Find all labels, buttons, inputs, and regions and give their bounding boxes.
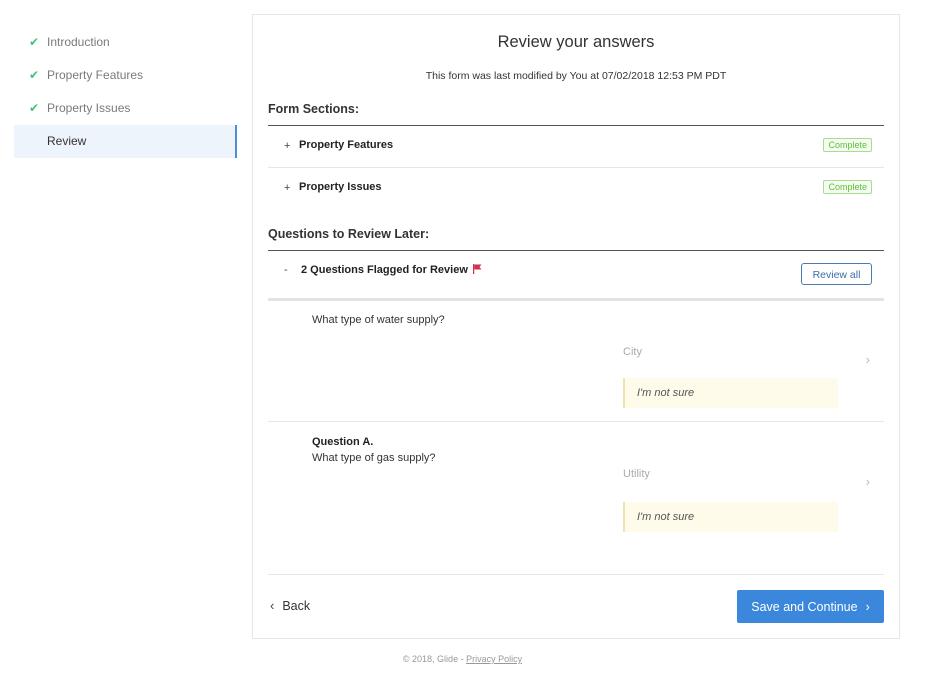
back-button[interactable]: ‹ Back [270, 598, 310, 613]
section-label: Property Issues [299, 181, 382, 193]
save-label: Save and Continue [751, 599, 858, 614]
sidebar-item-introduction[interactable]: ✔ Introduction [14, 26, 237, 59]
flag-icon [472, 264, 482, 274]
review-later-heading: Questions to Review Later: [268, 227, 430, 241]
section-row-property-issues[interactable]: + Property Issues Complete [268, 168, 884, 210]
flagged-count-text: 2 Questions Flagged for Review [301, 264, 468, 276]
chevron-right-icon[interactable]: › [866, 352, 870, 367]
copyright-text: © 2018, Glide - [402, 654, 467, 664]
sidebar-item-label: Review [47, 134, 87, 148]
sidebar-item-review[interactable]: Review [14, 125, 237, 158]
section-label: Property Features [299, 139, 394, 151]
check-icon: ✔ [29, 101, 40, 115]
divider [268, 574, 884, 575]
chevron-right-icon[interactable]: › [866, 474, 870, 489]
sidebar: ✔ Introduction ✔ Property Features ✔ Pro… [14, 26, 237, 158]
review-all-button[interactable]: Review all [801, 263, 872, 285]
chevron-left-icon: ‹ [270, 598, 275, 613]
page-title: Review your answers [497, 33, 655, 51]
page-footer: © 2018, Glide - Privacy Policy [0, 654, 925, 664]
section-row-property-features[interactable]: + Property Features Complete [268, 126, 884, 168]
chevron-right-icon: › [865, 599, 870, 614]
flagged-label: 2 Questions Flagged for Review [301, 264, 482, 276]
sidebar-item-label: Property Issues [47, 101, 131, 115]
expand-icon[interactable]: + [284, 182, 290, 194]
flagged-questions-row[interactable]: - 2 Questions Flagged for Review Review … [268, 251, 884, 299]
flag-note: I'm not sure [623, 502, 838, 532]
question-text: What type of gas supply? [312, 452, 436, 464]
privacy-policy-link[interactable]: Privacy Policy [466, 654, 522, 664]
check-icon: ✔ [29, 68, 40, 82]
sidebar-item-property-features[interactable]: ✔ Property Features [14, 59, 237, 92]
question-item[interactable]: What type of water supply? City › I'm no… [268, 301, 884, 421]
question-item[interactable]: Question A. What type of gas supply? Uti… [268, 422, 884, 572]
question-title: Question A. [312, 436, 374, 448]
status-badge: Complete [823, 180, 872, 194]
last-modified-text: This form was last modified by You at 07… [425, 70, 727, 82]
save-and-continue-button[interactable]: Save and Continue › [737, 590, 884, 623]
collapse-icon[interactable]: - [284, 264, 288, 276]
back-label: Back [282, 599, 311, 613]
review-panel: Review your answers This form was last m… [252, 14, 900, 639]
check-icon: ✔ [29, 35, 40, 49]
form-sections-heading: Form Sections: [268, 102, 359, 116]
question-text: What type of water supply? [312, 314, 445, 326]
question-answer: Utility [623, 468, 650, 480]
expand-icon[interactable]: + [284, 140, 290, 152]
flag-note: I'm not sure [623, 378, 838, 408]
status-badge: Complete [823, 138, 872, 152]
sidebar-item-label: Introduction [47, 35, 110, 49]
question-answer: City [623, 346, 642, 358]
sidebar-item-property-issues[interactable]: ✔ Property Issues [14, 92, 237, 125]
sidebar-item-label: Property Features [47, 68, 144, 82]
